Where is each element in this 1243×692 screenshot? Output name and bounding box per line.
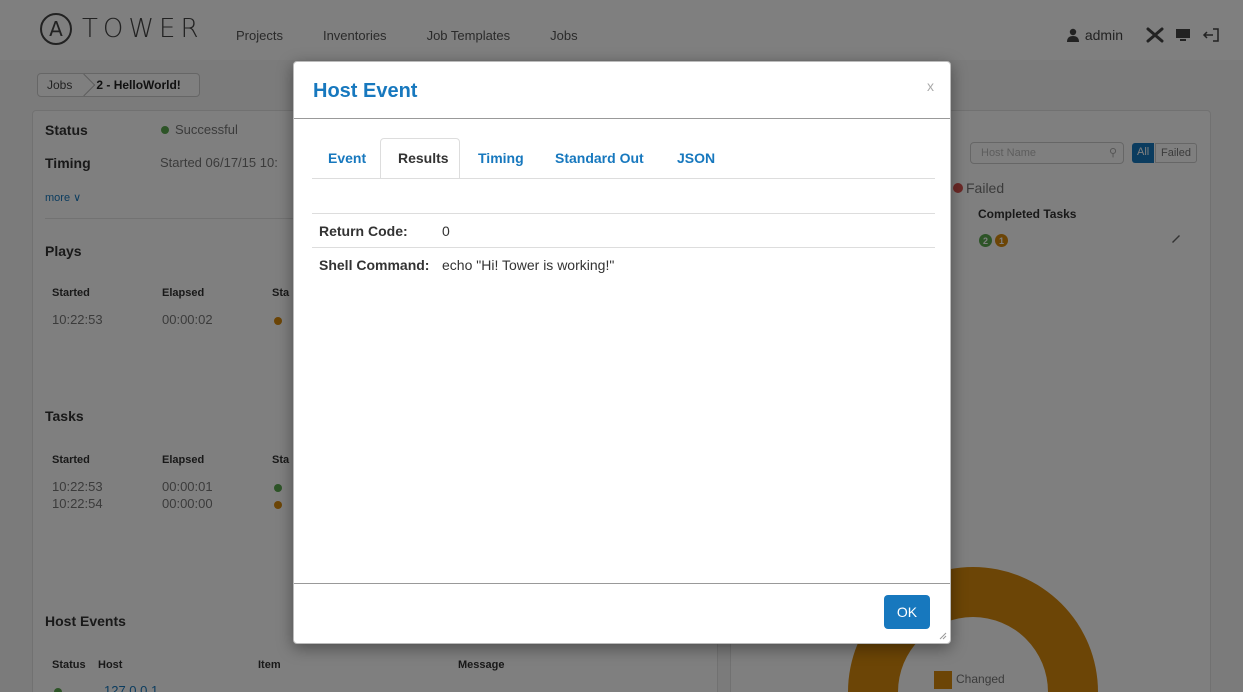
results-row-divider	[312, 247, 935, 248]
resize-grip-icon[interactable]	[939, 632, 947, 640]
results-table-top-border	[312, 213, 935, 214]
shell-command-value: echo "Hi! Tower is working!"	[442, 257, 615, 273]
tab-timing[interactable]: Timing	[478, 150, 524, 166]
close-icon[interactable]: x	[927, 78, 934, 94]
host-event-modal: Host Event x Event Results Timing Standa…	[293, 61, 951, 644]
modal-header-divider	[294, 118, 950, 119]
tab-event[interactable]: Event	[328, 150, 366, 166]
return-code-label: Return Code:	[319, 223, 408, 239]
ok-button[interactable]: OK	[884, 595, 930, 629]
tab-results[interactable]: Results	[398, 150, 449, 166]
tabs-underline	[312, 178, 935, 179]
shell-command-label: Shell Command:	[319, 257, 430, 273]
return-code-value: 0	[442, 223, 450, 239]
modal-title: Host Event	[313, 80, 418, 102]
tab-json[interactable]: JSON	[677, 150, 715, 166]
modal-footer-divider	[294, 583, 950, 584]
tab-standard-out[interactable]: Standard Out	[555, 150, 644, 166]
